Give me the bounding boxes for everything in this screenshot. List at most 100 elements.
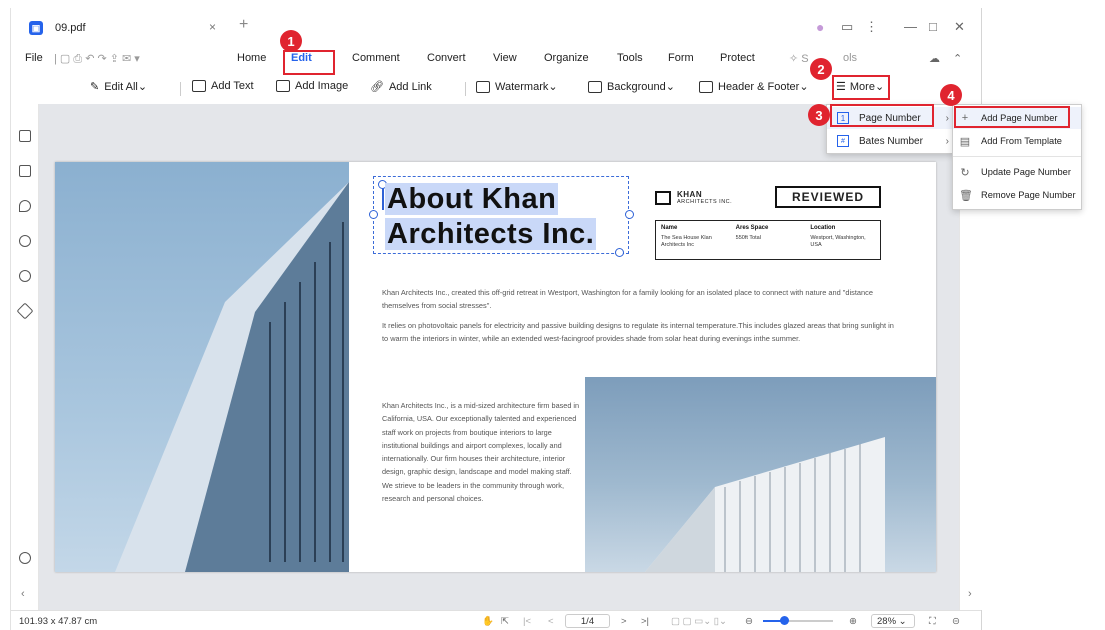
step-marker-1: 1 (280, 30, 302, 52)
bates-number-icon: # (837, 135, 849, 147)
close-window-icon[interactable]: ✕ (954, 19, 965, 35)
menu-item-update-page-number[interactable]: ↻ Update Page Number (953, 161, 1081, 183)
left-sidebar: ‹ (11, 104, 39, 610)
menu-tools[interactable]: Tools (617, 52, 643, 64)
app-window: ▣ 09.pdf × + ● ▭ ⋮ — □ ✕ File | ▢ ⎙ ↶ ↷ … (10, 8, 983, 630)
collapse-ribbon-icon[interactable]: ⌃ (953, 52, 962, 65)
message-icon[interactable]: ▭ (841, 19, 853, 35)
page-headline[interactable]: About Khan Architects Inc. (385, 182, 597, 252)
help-icon[interactable] (19, 552, 31, 564)
highlight-page-number (830, 104, 934, 127)
search-tools-icon[interactable]: ✧ S (789, 52, 809, 65)
last-page-icon[interactable]: >| (641, 616, 649, 627)
menu-comment[interactable]: Comment (352, 52, 400, 64)
template-icon: ▤ (959, 135, 971, 148)
menu-convert[interactable]: Convert (427, 52, 466, 64)
zoom-out-icon[interactable]: ⊖ (745, 616, 753, 627)
menu-organize[interactable]: Organize (544, 52, 589, 64)
hand-tool-icon[interactable]: ✋ (482, 616, 494, 627)
chevron-right-icon: › (945, 112, 949, 124)
resize-handle[interactable] (615, 248, 624, 257)
zoom-slider[interactable] (763, 616, 833, 625)
menu-item-bates-number[interactable]: # Bates Number › (827, 130, 953, 152)
paragraph-1[interactable]: Khan Architects Inc., created this off-g… (382, 286, 902, 312)
image-icon (276, 80, 290, 92)
view-mode-icons[interactable]: ▢ ▢ ▭⌄ ▯⌄ (671, 616, 727, 627)
zoom-slider-thumb[interactable] (780, 616, 789, 625)
text-box-icon (192, 80, 206, 92)
background-button[interactable]: Background ⌄ (588, 80, 675, 93)
zoom-select[interactable]: 28% ⌄ (871, 614, 915, 628)
next-page-icon[interactable]: > (621, 616, 627, 627)
pen-icon: ✎ (90, 81, 100, 93)
header-footer-button[interactable]: Header & Footer ⌄ (699, 80, 809, 93)
new-tab-icon[interactable]: + (239, 16, 248, 34)
chevron-right-icon: › (945, 135, 949, 147)
background-icon (588, 80, 602, 93)
refresh-icon: ↻ (960, 166, 970, 179)
thumbnail-icon[interactable] (19, 130, 31, 142)
status-bar: 101.93 x 47.87 cm ✋ ⇱ |< < 1/4 > >| ▢ ▢ … (11, 610, 981, 630)
paragraph-3[interactable]: Khan Architects Inc., is a mid-sized arc… (382, 399, 582, 505)
khan-logo-mark-icon (655, 190, 671, 205)
menu-form[interactable]: Form (668, 52, 694, 64)
resize-handle[interactable] (625, 210, 634, 219)
add-image-button[interactable]: Add Image (276, 80, 348, 92)
select-tool-icon[interactable]: ⇱ (501, 616, 509, 627)
info-table: Name The Sea House Klan Architects Inc Ar… (655, 220, 881, 260)
page-number-input[interactable]: 1/4 (565, 614, 610, 628)
comment-icon[interactable] (19, 200, 31, 212)
highlight-more-button (832, 75, 890, 100)
info-cell: Ares Space 550ft Total (735, 225, 769, 241)
avatar-icon[interactable]: ● (816, 19, 824, 35)
add-text-button[interactable]: Add Text (192, 80, 254, 92)
attachment-icon[interactable] (19, 235, 31, 247)
search-tools-label-tail: ols (843, 52, 858, 64)
menu-divider (953, 156, 1081, 157)
menu-bar: File | ▢ ⎙ ↶ ↷ ⇪ ✉ ▾ Home Edit Comment C… (11, 46, 981, 72)
paragraph-2[interactable]: It relies on photovoltaic panels for ele… (382, 319, 902, 345)
watermark-button[interactable]: Watermark ⌄ (476, 80, 558, 93)
collapse-right-icon[interactable]: › (968, 588, 972, 600)
layers-icon[interactable] (16, 302, 34, 320)
trash-icon: 🗑︎ (959, 189, 973, 202)
app-logo-icon: ▣ (29, 21, 43, 35)
prev-page-icon[interactable]: < (548, 616, 554, 627)
reviewed-stamp: REVIEWED (775, 186, 881, 208)
step-marker-4: 4 (940, 84, 962, 106)
title-bar: ▣ 09.pdf × + ● ▭ ⋮ — □ ✕ (11, 8, 981, 46)
fullscreen-icon[interactable]: ⊝ (952, 616, 960, 627)
tab-title: 09.pdf (55, 22, 86, 34)
first-page-icon[interactable]: |< (523, 616, 531, 627)
resize-handle[interactable] (369, 210, 378, 219)
cloud-icon[interactable]: ☁ (929, 52, 940, 65)
fit-page-icon[interactable]: ⛶ (929, 616, 936, 627)
close-tab-icon[interactable]: × (209, 20, 216, 34)
menu-item-remove-page-number[interactable]: 🗑︎ Remove Page Number (953, 184, 1081, 206)
quick-icons[interactable]: | ▢ ⎙ ↶ ↷ ⇪ ✉ ▾ (54, 52, 140, 66)
document-tab[interactable]: ▣ 09.pdf × (29, 17, 229, 39)
pdf-page: About Khan Architects Inc. KHAN ARCHITECT… (55, 162, 936, 572)
building-image-right (585, 377, 936, 572)
bookmark-icon[interactable] (19, 165, 31, 177)
edit-all-button[interactable]: ✎ Edit All ⌄ (90, 80, 147, 94)
highlight-add-page-number (954, 106, 1070, 128)
highlight-edit-tab (283, 50, 335, 75)
add-link-button[interactable]: 🔗︎ Add Link (370, 80, 432, 94)
page-dimensions: 101.93 x 47.87 cm (19, 616, 98, 627)
khan-logo: KHAN ARCHITECTS INC. (655, 190, 732, 205)
info-cell: Name The Sea House Klan Architects Inc (661, 225, 712, 248)
menu-file[interactable]: File (25, 52, 43, 64)
minimize-icon[interactable]: — (904, 19, 917, 34)
zoom-in-icon[interactable]: ⊕ (849, 616, 857, 627)
menu-view[interactable]: View (493, 52, 517, 64)
header-footer-icon (699, 80, 713, 93)
menu-home[interactable]: Home (237, 52, 266, 64)
collapse-left-icon[interactable]: ‹ (21, 588, 25, 600)
more-options-icon[interactable]: ⋮ (865, 19, 878, 35)
menu-item-add-from-template[interactable]: ▤ Add From Template (953, 130, 1081, 152)
menu-protect[interactable]: Protect (720, 52, 755, 64)
search-icon[interactable] (19, 270, 31, 282)
maximize-icon[interactable]: □ (929, 19, 937, 34)
divider (465, 82, 466, 96)
